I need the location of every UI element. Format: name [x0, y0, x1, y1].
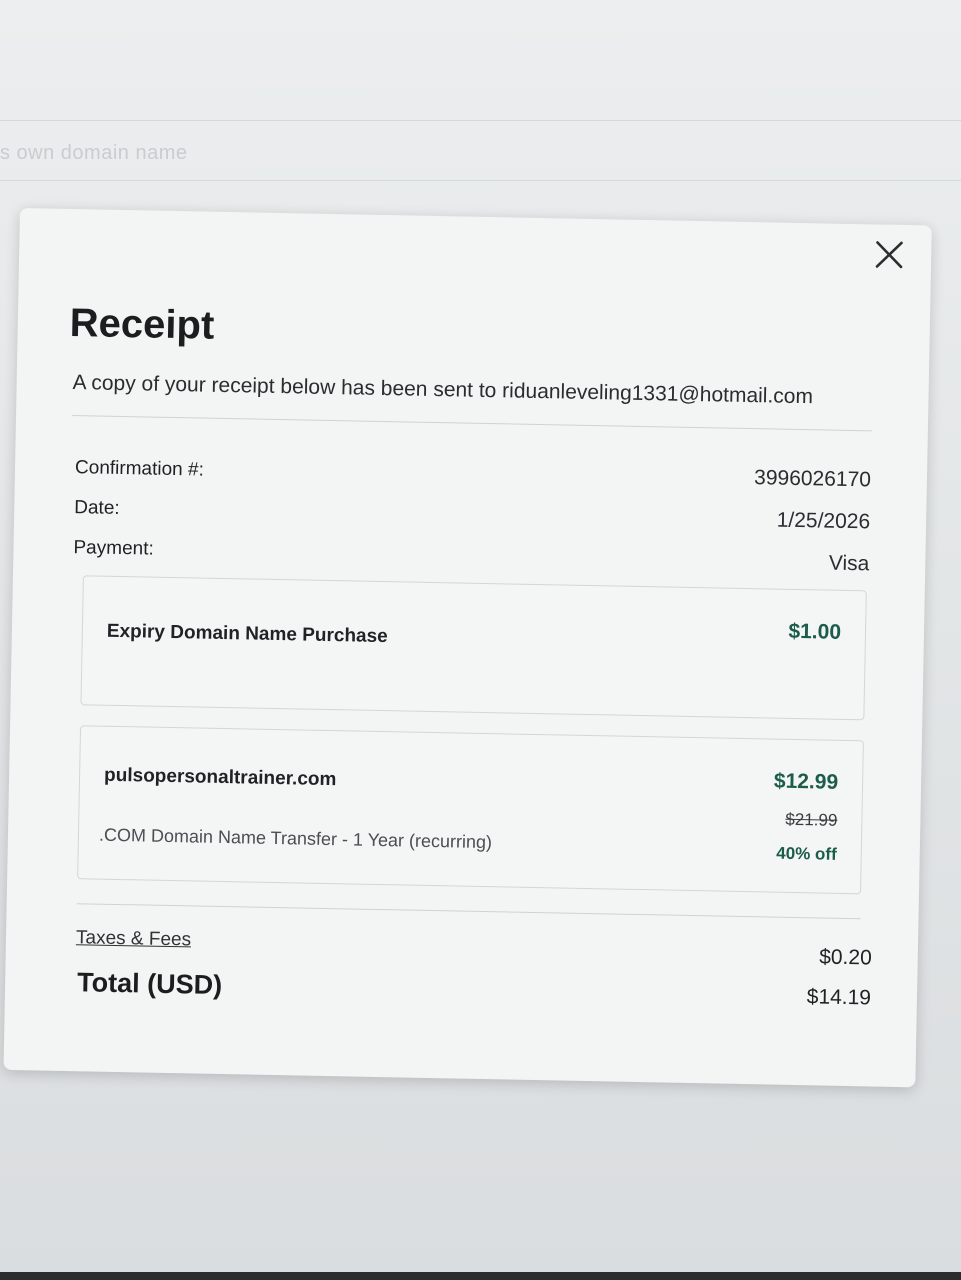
confirmation-number: 3996026170	[753, 466, 872, 492]
date-label: Date:	[74, 497, 120, 519]
domain-price: $12.99	[773, 769, 839, 794]
taxes-fees-amount: $0.20	[818, 945, 872, 970]
total-label: Total (USD)	[76, 967, 223, 1001]
line-item-domain-transfer: pulsopersonaltrainer.com .COM Domain Nam…	[77, 725, 864, 895]
payment-method: Visa	[828, 551, 870, 576]
receipt-modal: Receipt A copy of your receipt below has…	[3, 208, 932, 1088]
taxes-fees-link[interactable]: Taxes & Fees	[76, 927, 191, 951]
backdrop-divider	[0, 180, 961, 181]
domain-original-price: $21.99	[785, 809, 838, 830]
domain-name: pulsopersonaltrainer.com	[103, 764, 337, 791]
screen-bottom-bezel	[0, 1272, 961, 1280]
domain-product-description: .COM Domain Name Transfer - 1 Year (recu…	[98, 824, 493, 853]
backdrop-hint-text: s own domain name	[0, 142, 188, 164]
total-amount: $14.19	[806, 985, 872, 1010]
confirmation-label: Confirmation #:	[74, 457, 205, 481]
line-item-name: Expiry Domain Name Purchase	[106, 620, 388, 648]
date-value: 1/25/2026	[776, 508, 871, 534]
line-item-price: $1.00	[788, 619, 842, 644]
header-divider	[72, 415, 872, 432]
backdrop-divider	[0, 120, 961, 121]
receipt-email-notice: A copy of your receipt below has been se…	[72, 371, 814, 409]
totals-divider	[76, 903, 861, 920]
line-item-expiry-purchase: Expiry Domain Name Purchase $1.00	[80, 575, 867, 721]
receipt-title: Receipt	[69, 300, 215, 348]
close-icon	[875, 241, 903, 269]
domain-discount-badge: 40% off	[776, 843, 837, 864]
payment-label: Payment:	[73, 537, 154, 560]
close-button[interactable]	[871, 236, 908, 273]
